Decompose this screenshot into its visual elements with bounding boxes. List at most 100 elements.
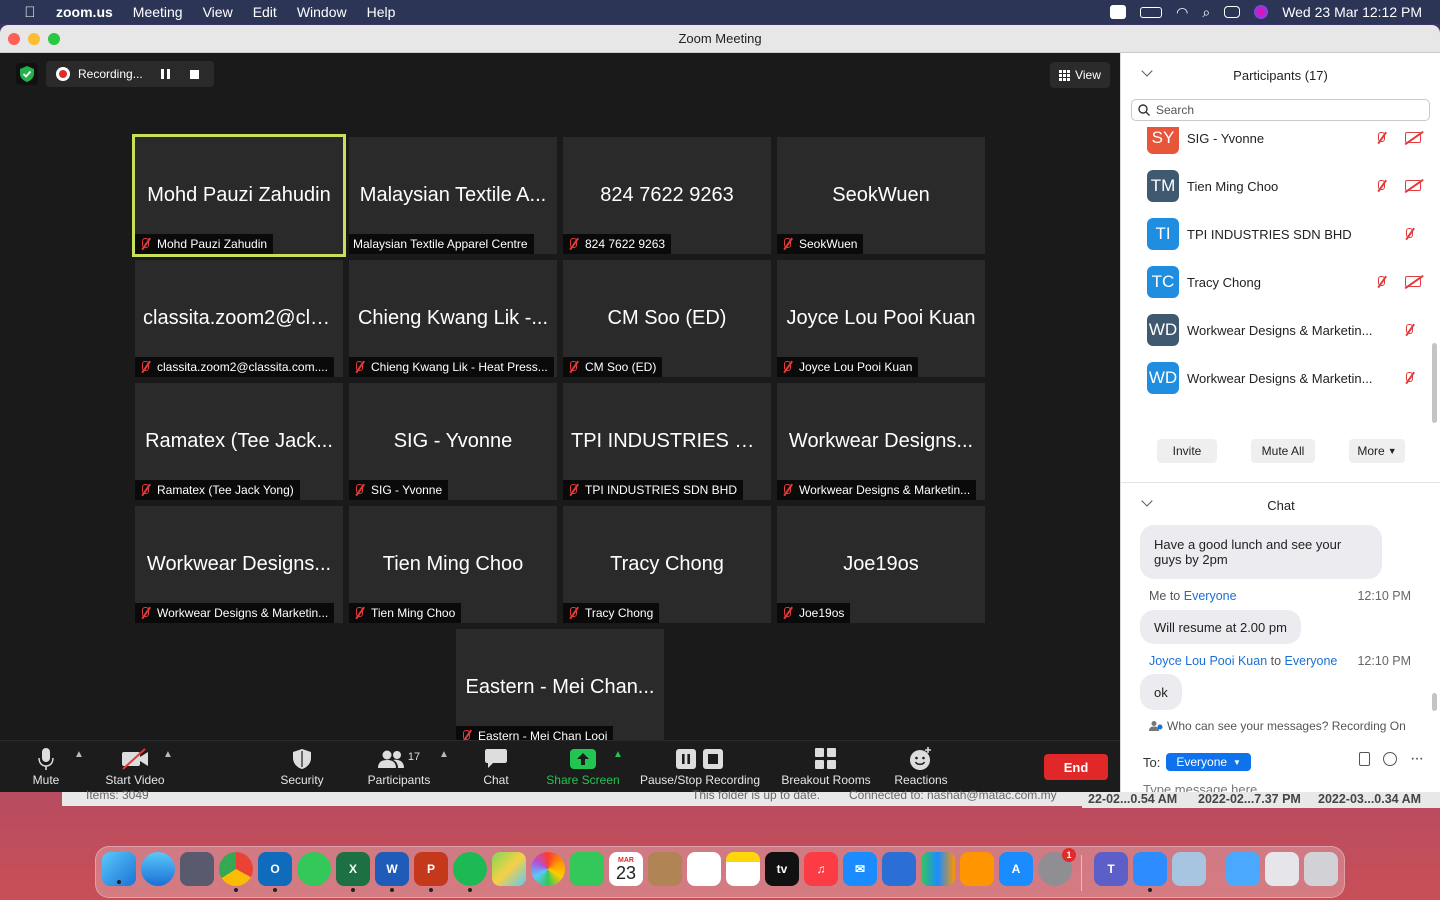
video-tile[interactable]: Chieng Kwang Lik -... Chieng Kwang Lik - … xyxy=(349,260,557,377)
view-button[interactable]: View xyxy=(1050,62,1110,88)
downloads-folder-icon[interactable] xyxy=(1226,852,1260,886)
numbers-icon[interactable] xyxy=(921,852,955,886)
chat-scrollbar[interactable] xyxy=(1432,693,1437,711)
video-tile[interactable]: CM Soo (ED) CM Soo (ED) xyxy=(563,260,771,377)
chat-button[interactable]: Chat xyxy=(474,747,518,789)
chat-message-input[interactable]: Type message here... xyxy=(1143,782,1268,792)
menu-clock[interactable]: Wed 23 Mar 12:12 PM xyxy=(1282,4,1422,20)
video-tile[interactable]: Joyce Lou Pooi Kuan Joyce Lou Pooi Kuan xyxy=(777,260,985,377)
facetime-icon[interactable] xyxy=(570,852,604,886)
apple-tv-icon[interactable]: tv xyxy=(765,852,799,886)
video-tile[interactable]: SeokWuen SeokWuen xyxy=(777,137,985,254)
outlook-icon[interactable]: O xyxy=(258,852,292,892)
app-store-icon[interactable]: A xyxy=(999,852,1033,886)
video-tile[interactable]: Ramatex (Tee Jack... Ramatex (Tee Jack Yo… xyxy=(135,383,343,500)
menu-help[interactable]: Help xyxy=(367,4,396,20)
system-preferences-icon[interactable]: 1 xyxy=(1038,848,1076,886)
powerpoint-icon[interactable]: P xyxy=(414,852,448,892)
mic-muted-icon[interactable] xyxy=(1375,180,1387,192)
video-tile[interactable]: Workwear Designs... Workwear Designs & Ma… xyxy=(135,506,343,623)
menu-meeting[interactable]: Meeting xyxy=(133,4,183,20)
video-tile[interactable]: 824 7622 9263 824 7622 9263 xyxy=(563,137,771,254)
recipient-dropdown[interactable]: Everyone ▼ xyxy=(1166,753,1251,771)
music-icon[interactable]: ♫ xyxy=(804,852,838,886)
start-video-button[interactable]: Start Video xyxy=(100,747,170,789)
stop-recording-button[interactable] xyxy=(189,69,199,79)
pause-stop-recording-button[interactable]: Pause/Stop Recording xyxy=(636,747,764,789)
breakout-rooms-button[interactable]: Breakout Rooms xyxy=(778,747,874,789)
participant-row[interactable]: SY SIG - Yvonne xyxy=(1121,127,1431,162)
finder-icon[interactable] xyxy=(102,852,136,886)
participant-list-scrollbar[interactable] xyxy=(1432,343,1437,423)
pause-recording-button[interactable] xyxy=(160,69,170,79)
video-tile[interactable]: Tien Ming Choo Tien Ming Choo xyxy=(349,506,557,623)
video-tile[interactable]: Workwear Designs... Workwear Designs & Ma… xyxy=(777,383,985,500)
siri-icon[interactable] xyxy=(1254,5,1269,19)
zoom-status-icon[interactable] xyxy=(1110,5,1127,19)
minimize-window-button[interactable] xyxy=(28,33,40,45)
menu-edit[interactable]: Edit xyxy=(253,4,277,20)
reactions-button[interactable]: Reactions xyxy=(890,747,952,789)
fullscreen-window-button[interactable] xyxy=(48,33,60,45)
more-options-icon[interactable]: ··· xyxy=(1410,750,1424,768)
collapse-participants-chevron-icon[interactable] xyxy=(1141,65,1153,77)
file-attach-icon[interactable] xyxy=(1359,752,1370,766)
mic-muted-icon[interactable] xyxy=(1403,324,1415,336)
video-tile[interactable]: Malaysian Textile A... Malaysian Textile … xyxy=(349,137,557,254)
control-center-icon[interactable] xyxy=(1224,6,1241,18)
mic-muted-icon[interactable] xyxy=(1403,372,1415,384)
encryption-shield-icon[interactable] xyxy=(16,63,38,85)
emoji-icon[interactable] xyxy=(1383,752,1397,766)
video-tile[interactable]: SIG - Yvonne SIG - Yvonne xyxy=(349,383,557,500)
chrome-icon[interactable] xyxy=(219,852,253,892)
participant-row[interactable]: TC Tracy Chong xyxy=(1121,258,1431,306)
more-button[interactable]: More ▼ xyxy=(1349,439,1405,463)
photos-icon[interactable] xyxy=(531,852,565,886)
spotify-icon[interactable] xyxy=(453,852,487,892)
video-tile[interactable]: Joe19os Joe19os xyxy=(777,506,985,623)
menu-view[interactable]: View xyxy=(203,4,233,20)
participant-row[interactable]: WD Workwear Designs & Marketin... xyxy=(1121,306,1431,354)
battery-icon[interactable] xyxy=(1140,6,1163,18)
word-icon[interactable]: W xyxy=(375,852,409,892)
collapse-chat-chevron-icon[interactable] xyxy=(1141,495,1153,507)
contacts-icon[interactable] xyxy=(648,852,682,886)
pages-icon[interactable] xyxy=(960,852,994,886)
maps-icon[interactable] xyxy=(492,852,526,886)
messages-icon[interactable] xyxy=(297,852,331,886)
preview-icon[interactable] xyxy=(1172,852,1206,886)
video-tile[interactable]: Eastern - Mei Chan... Eastern - Mei Chan … xyxy=(456,629,664,746)
participant-search-input[interactable]: Search xyxy=(1131,99,1430,121)
close-window-button[interactable] xyxy=(8,33,20,45)
audio-options-chevron-icon[interactable]: ▲ xyxy=(74,749,84,760)
teams-icon[interactable]: T xyxy=(1094,852,1128,886)
share-screen-button[interactable]: Share Screen xyxy=(542,747,624,789)
participant-row[interactable]: TI TPI INDUSTRIES SDN BHD xyxy=(1121,210,1431,258)
launchpad-icon[interactable] xyxy=(180,852,214,886)
chat-visibility-notice[interactable]: Who can see your messages? Recording On xyxy=(1149,719,1406,733)
participant-row[interactable]: WD Workwear Designs & Marketin... xyxy=(1121,354,1431,402)
zoom-icon[interactable] xyxy=(1133,852,1167,892)
participants-button[interactable]: 17 Participants xyxy=(360,747,438,789)
calendar-icon[interactable]: MAR 23 xyxy=(609,852,643,886)
video-options-chevron-icon[interactable]: ▲ xyxy=(163,749,173,760)
mic-muted-icon[interactable] xyxy=(1375,276,1387,288)
excel-icon[interactable]: X xyxy=(336,852,370,892)
video-tile[interactable]: Mohd Pauzi Zahudin Mohd Pauzi Zahudin xyxy=(132,134,346,257)
participant-row[interactable]: TM Tien Ming Choo xyxy=(1121,162,1431,210)
participant-list[interactable]: SY SIG - Yvonne TM Tien Ming Choo TI TPI… xyxy=(1121,127,1431,427)
video-tile[interactable]: TPI INDUSTRIES S... TPI INDUSTRIES SDN BH… xyxy=(563,383,771,500)
mute-button[interactable]: Mute xyxy=(22,747,70,789)
mic-muted-icon[interactable] xyxy=(1403,228,1415,240)
keynote-icon[interactable] xyxy=(882,852,916,886)
participants-options-chevron-icon[interactable]: ▲ xyxy=(439,749,449,760)
safari-icon[interactable] xyxy=(141,852,175,886)
trash-icon[interactable] xyxy=(1304,852,1338,886)
security-button[interactable]: Security xyxy=(274,747,330,789)
spotlight-search-icon[interactable]: ⌕ xyxy=(1202,4,1210,21)
mic-muted-icon[interactable] xyxy=(1375,132,1387,144)
invite-button[interactable]: Invite xyxy=(1157,439,1217,463)
end-meeting-button[interactable]: End xyxy=(1044,754,1108,780)
menu-app-name[interactable]: zoom.us xyxy=(56,4,113,20)
document-stack-icon[interactable] xyxy=(1265,852,1299,886)
